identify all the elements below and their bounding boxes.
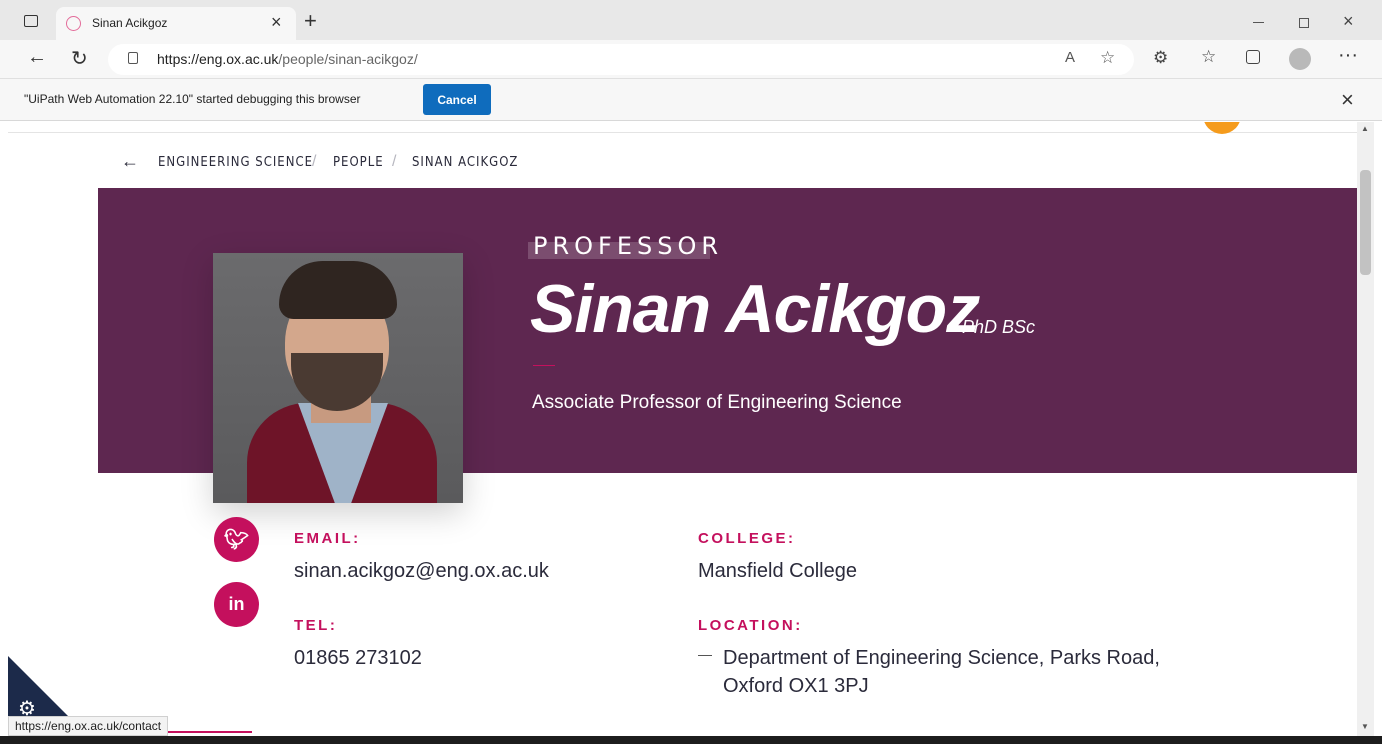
tab-title: Sinan Acikgoz <box>92 16 168 30</box>
minimize-icon[interactable] <box>1253 22 1264 23</box>
email-label: EMAIL: <box>294 530 361 547</box>
address-bar[interactable]: https://eng.ox.ac.uk/people/sinan-acikgo… <box>108 44 1134 75</box>
tel-value: 01865 273102 <box>294 647 422 669</box>
add-favorite-icon[interactable]: ☆ <box>1100 48 1115 68</box>
college-label: COLLEGE: <box>698 530 796 547</box>
cancel-button[interactable]: Cancel <box>423 84 491 115</box>
close-tab-icon[interactable]: × <box>271 12 282 33</box>
linkedin-icon: in <box>228 594 245 614</box>
location-line-2: Oxford OX1 3PJ <box>723 675 869 697</box>
linkedin-button[interactable]: in <box>214 582 259 627</box>
email-link[interactable]: sinan.acikgoz@eng.ox.ac.uk <box>294 560 549 583</box>
collections-icon[interactable] <box>1246 50 1260 64</box>
breadcrumb-people[interactable]: PEOPLE <box>333 155 384 170</box>
profile-role: PROFESSOR <box>533 232 724 260</box>
photo-hair <box>279 261 397 319</box>
url-path: /people/sinan-acikgoz/ <box>278 51 418 67</box>
tel-label: TEL: <box>294 617 338 634</box>
breadcrumb-engineering-science[interactable]: ENGINEERING SCIENCE <box>158 155 313 170</box>
favorites-icon[interactable]: ☆ <box>1201 47 1216 67</box>
twitter-button[interactable]: 🐦︎ <box>214 517 259 562</box>
extensions-icon[interactable]: ⚙ <box>1153 48 1168 68</box>
profile-position: Associate Professor of Engineering Scien… <box>532 392 902 413</box>
scroll-up-icon[interactable]: ▲ <box>1361 124 1369 133</box>
close-infobar-icon[interactable]: × <box>1341 87 1354 113</box>
location-label: LOCATION: <box>698 617 803 634</box>
new-tab-icon[interactable]: + <box>304 8 317 34</box>
os-taskbar <box>0 736 1382 744</box>
scrollbar-thumb[interactable] <box>1360 170 1371 275</box>
profile-avatar-icon[interactable] <box>1289 48 1311 70</box>
tab-bar: Sinan Acikgoz × + × <box>0 0 1382 40</box>
refresh-icon[interactable]: ↻ <box>71 46 88 71</box>
location-dash <box>698 655 712 656</box>
more-menu-icon[interactable]: ··· <box>1338 44 1358 67</box>
profile-name: Sinan Acikgoz <box>530 271 980 347</box>
breadcrumb-separator: / <box>392 153 397 170</box>
header-divider <box>8 132 1357 133</box>
toolbar-right-icons: ⚙ ☆ ··· <box>1145 44 1375 74</box>
scroll-down-icon[interactable]: ▼ <box>1361 722 1369 731</box>
restore-icon[interactable] <box>1299 18 1309 28</box>
close-window-icon[interactable]: × <box>1343 11 1354 32</box>
college-value: Mansfield College <box>698 560 857 582</box>
breadcrumb-separator: / <box>312 153 317 170</box>
back-icon[interactable]: ← <box>27 46 47 69</box>
location-line-1: Department of Engineering Science, Parks… <box>723 647 1160 669</box>
breadcrumb-current: SINAN ACIKGOZ <box>412 155 519 170</box>
profile-photo <box>213 253 463 503</box>
back-arrow-icon[interactable]: ← <box>121 151 139 172</box>
tab-sinan-acikgoz[interactable]: Sinan Acikgoz × <box>56 7 296 40</box>
pink-underline <box>167 731 252 733</box>
debug-infobar: "UiPath Web Automation 22.10" started de… <box>0 79 1382 121</box>
status-url-bubble: https://eng.ox.ac.uk/contact <box>8 716 169 736</box>
url-text[interactable]: https://eng.ox.ac.uk/people/sinan-acikgo… <box>157 51 418 67</box>
tab-actions-icon[interactable] <box>24 15 38 27</box>
profile-degrees: PhD BSc <box>962 317 1036 337</box>
twitter-icon: 🐦︎ <box>223 529 250 551</box>
infobar-message: "UiPath Web Automation 22.10" started de… <box>24 92 361 106</box>
oxford-favicon-icon <box>66 16 81 31</box>
lock-icon <box>128 52 138 64</box>
hero-accent-line <box>533 365 555 366</box>
url-host: https://eng.ox.ac.uk <box>157 51 279 67</box>
read-aloud-icon[interactable]: A <box>1065 49 1075 66</box>
